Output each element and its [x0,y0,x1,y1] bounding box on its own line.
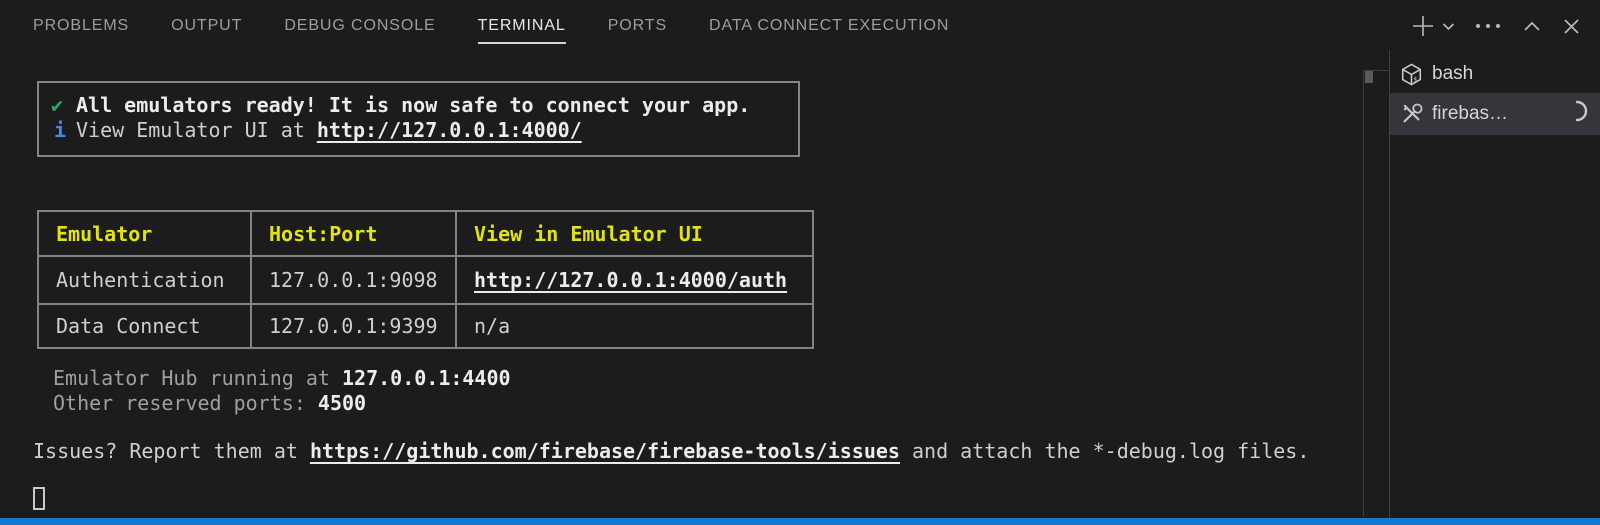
chevron-up-icon [1523,21,1541,32]
terminal-tab-label: bash [1432,63,1600,85]
views-more-actions-button[interactable] [1475,23,1501,29]
table-row: Authentication 127.0.0.1:9098 http://127… [38,256,813,304]
emulators-ready-text: All emulators ready! It is now safe to c… [76,93,750,118]
header-view-in-emulator-ui: View in Emulator UI [456,211,813,256]
loading-spinner-icon [1566,100,1588,128]
terminal-panel: PROBLEMS OUTPUT DEBUG CONSOLE TERMINAL P… [0,0,1600,525]
new-terminal-button[interactable] [1410,13,1436,39]
header-emulator: Emulator [38,211,251,256]
cell-host-port: 127.0.0.1:9098 [251,256,456,304]
header-host-port: Host:Port [251,211,456,256]
emulator-hub-line: Emulator Hub running at 127.0.0.1:4400 [53,366,511,391]
tools-icon [1399,102,1423,126]
auth-emulator-ui-link[interactable]: http://127.0.0.1:4000/auth [474,268,787,292]
panel-tabbar: PROBLEMS OUTPUT DEBUG CONSOLE TERMINAL P… [0,0,1600,52]
cell-emulator-name: Data Connect [38,304,251,348]
terminal-cursor [33,487,45,510]
cell-emulator-name: Authentication [38,256,251,304]
terminal-bash-icon: $ [1399,62,1423,86]
svg-text:$: $ [1413,74,1418,83]
close-panel-button[interactable] [1563,18,1580,35]
reserved-ports-line: Other reserved ports: 4500 [53,391,366,416]
emulator-ui-line: View Emulator UI at http://127.0.0.1:400… [76,118,582,143]
close-icon [1563,18,1580,35]
terminal-tabs-list: $ bash firebas… [1390,55,1600,135]
scrollbar-thumb[interactable] [1365,71,1373,83]
terminal-tab-bash[interactable]: $ bash [1390,55,1600,93]
scrollbar-track[interactable] [1363,70,1364,517]
emulators-table: Emulator Host:Port View in Emulator UI A… [37,210,814,349]
panel-actions [1410,0,1580,52]
chevron-down-icon [1442,22,1455,31]
terminal-tab-label: firebas… [1432,103,1566,125]
cell-host-port: 127.0.0.1:9399 [251,304,456,348]
info-icon: i [51,118,76,143]
tab-debug-console[interactable]: DEBUG CONSOLE [284,17,435,42]
ellipsis-icon [1475,23,1501,29]
panel-bottom-accent-bar [0,518,1600,525]
reserved-port-value: 4500 [318,391,366,415]
cell-view-ui: n/a [456,304,813,348]
tab-ports[interactable]: PORTS [608,17,667,42]
emulators-ready-banner: ✔ All emulators ready! It is now safe to… [37,81,800,157]
tab-data-connect-execution[interactable]: DATA CONNECT EXECUTION [709,17,949,42]
tab-problems[interactable]: PROBLEMS [33,17,129,42]
hub-address: 127.0.0.1:4400 [342,366,511,390]
table-header-row: Emulator Host:Port View in Emulator UI [38,211,813,256]
table-row: Data Connect 127.0.0.1:9399 n/a [38,304,813,348]
tab-terminal[interactable]: TERMINAL [478,17,566,44]
tab-output[interactable]: OUTPUT [171,17,242,42]
terminal-tab-firebase[interactable]: firebas… [1390,93,1600,135]
check-icon: ✔ [51,93,76,118]
issues-link[interactable]: https://github.com/firebase/firebase-too… [310,439,900,463]
issues-line: Issues? Report them at https://github.co… [33,439,1309,464]
plus-icon [1410,13,1436,39]
maximize-panel-button[interactable] [1523,21,1541,32]
terminal-output[interactable]: ✔ All emulators ready! It is now safe to… [0,52,1389,518]
terminal-profile-dropdown-button[interactable] [1442,22,1455,31]
emulator-ui-link[interactable]: http://127.0.0.1:4000/ [317,118,582,142]
